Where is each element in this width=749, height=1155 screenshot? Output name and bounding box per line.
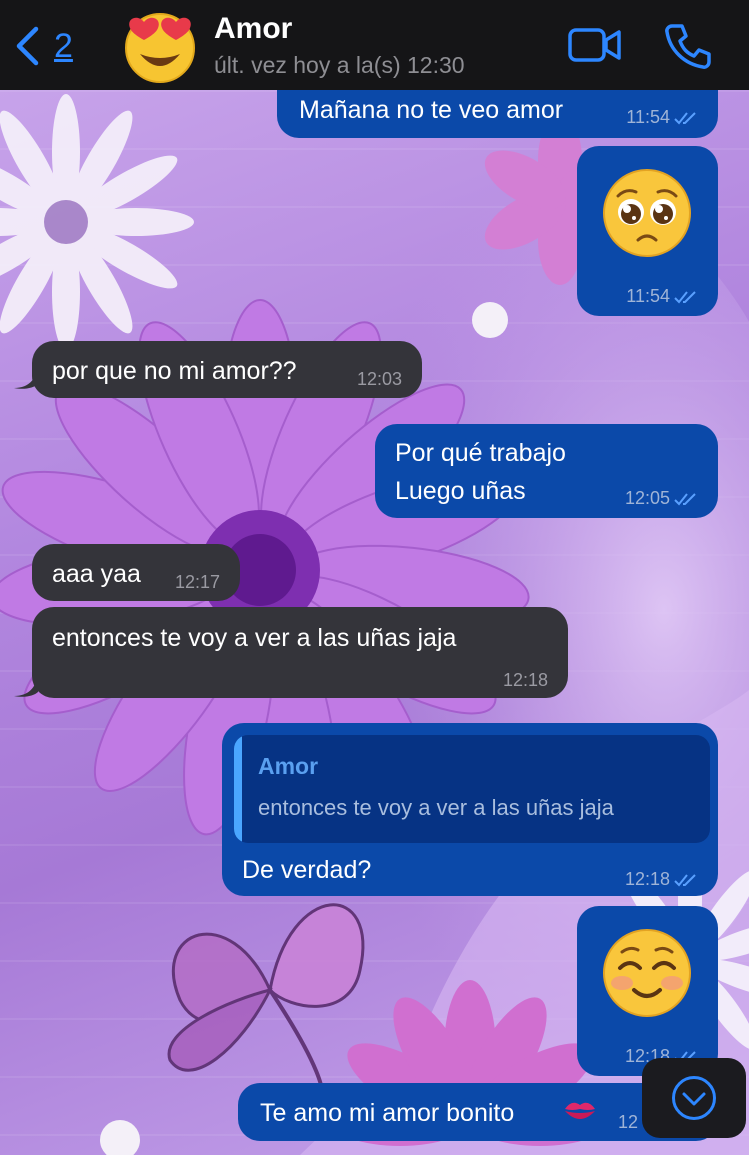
phone-icon	[665, 24, 711, 69]
heart-eyes-emoji-icon[interactable]	[122, 8, 198, 84]
message-text-line-1: Por qué trabajo	[395, 439, 566, 467]
chat-header: 2 Amor últ. vez hoy a la(s) 12:30	[0, 0, 749, 90]
message-time: 12:18	[624, 869, 670, 889]
contact-name[interactable]: Amor	[214, 12, 292, 46]
message-time: 12:03	[356, 369, 402, 389]
message-bubble-incoming[interactable]: aaa yaa 12:17	[32, 544, 240, 601]
message-time: 12:05	[624, 488, 670, 508]
message-bubble-outgoing-reply[interactable]: Amor entonces te voy a ver a las uñas ja…	[222, 723, 718, 896]
message-meta: 12:05	[625, 488, 698, 509]
message-text-line-2: Luego uñas	[395, 477, 526, 505]
last-seen-status: últ. vez hoy a la(s) 12:30	[214, 52, 465, 78]
message-text: Mañana no te veo amor	[299, 96, 564, 124]
chevron-left-icon	[16, 26, 39, 66]
chevron-down-circle-icon	[672, 1076, 716, 1120]
message-text: por que no mi amor??	[52, 357, 297, 385]
message-text: entonces te voy a ver a las uñas jaja	[52, 624, 457, 652]
message-text: Te amo mi amor bonito	[260, 1099, 515, 1127]
pleading-face-emoji-icon	[603, 169, 691, 257]
read-receipt-icon	[674, 492, 696, 505]
voice-call-button[interactable]	[664, 22, 712, 70]
message-time: 11:54	[626, 286, 670, 306]
message-bubble-outgoing[interactable]: Por qué trabajo Luego uñas 12:05	[375, 424, 718, 518]
message-bubble-incoming[interactable]: entonces te voy a ver a las uñas jaja 12…	[32, 607, 568, 698]
message-time: 12:17	[174, 572, 220, 592]
message-bubble-outgoing[interactable]: 11:54	[577, 146, 718, 316]
message-meta: 11:54	[626, 107, 698, 128]
message-meta: 12:18	[625, 869, 698, 890]
scroll-to-bottom-button[interactable]	[642, 1058, 746, 1138]
quoted-author: Amor	[258, 753, 319, 779]
back-button[interactable]: 2	[14, 24, 73, 68]
quoted-text: entonces te voy a ver a las uñas jaja	[258, 795, 614, 820]
unread-count: 2	[54, 26, 73, 65]
read-receipt-icon	[674, 111, 696, 124]
video-call-button[interactable]	[568, 26, 622, 64]
read-receipt-icon	[674, 290, 696, 303]
message-time: 12	[618, 1112, 639, 1132]
message-text: aaa yaa	[52, 560, 141, 588]
message-meta: 11:54	[626, 286, 698, 307]
kiss-mark-emoji-icon	[565, 1102, 595, 1119]
read-receipt-icon	[674, 873, 696, 886]
message-time: 12:18	[502, 670, 548, 690]
video-call-icon	[568, 28, 621, 62]
message-text: De verdad?	[242, 856, 372, 884]
quoted-reply[interactable]: Amor entonces te voy a ver a las uñas ja…	[234, 735, 710, 843]
message-time: 11:54	[626, 107, 670, 127]
message-bubble-outgoing[interactable]: 12:18	[577, 906, 718, 1076]
message-bubble-incoming[interactable]: por que no mi amor?? 12:03	[32, 341, 422, 398]
smiling-face-emoji-icon	[603, 929, 691, 1017]
quote-bar	[234, 735, 242, 843]
